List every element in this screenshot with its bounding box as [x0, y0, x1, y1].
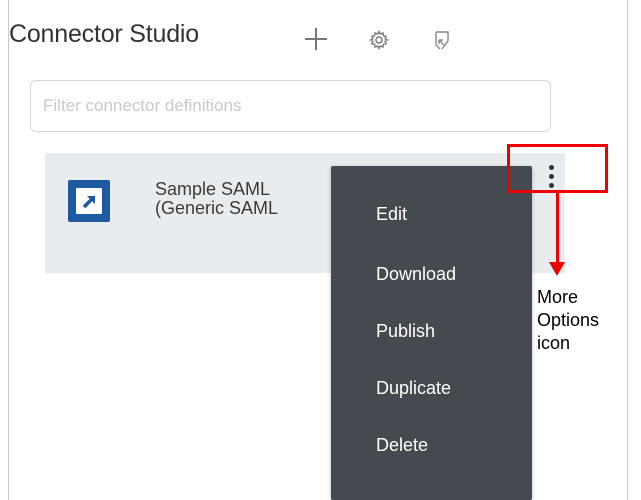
connector-name-line1: Sample SAML [155, 179, 271, 199]
menu-item-publish[interactable]: Publish [376, 321, 435, 342]
callout-label-line1: More [537, 287, 579, 307]
connector-name-line2: (Generic SAML [155, 198, 279, 218]
callout-highlight-box [507, 144, 608, 193]
menu-item-delete[interactable]: Delete [376, 435, 428, 456]
gear-icon[interactable] [368, 29, 390, 51]
page-title: Connector Studio [9, 20, 199, 48]
callout-arrow-line [556, 193, 559, 265]
menu-item-edit[interactable]: Edit [376, 204, 407, 225]
callout-arrow-head [549, 262, 565, 276]
connector-name: Sample SAML (Generic SAML [155, 180, 355, 218]
callout-label: More Options icon [537, 286, 637, 355]
plus-icon[interactable] [305, 28, 327, 50]
callout-label-line3: icon [537, 333, 571, 353]
menu-item-download[interactable]: Download [376, 264, 456, 285]
options-menu: Edit Download Publish Duplicate Delete [331, 166, 532, 500]
filter-input[interactable] [30, 80, 551, 132]
callout-label-line2: Options [537, 310, 600, 330]
import-icon[interactable] [433, 30, 453, 52]
menu-item-duplicate[interactable]: Duplicate [376, 378, 451, 399]
connector-app-icon [68, 180, 110, 222]
